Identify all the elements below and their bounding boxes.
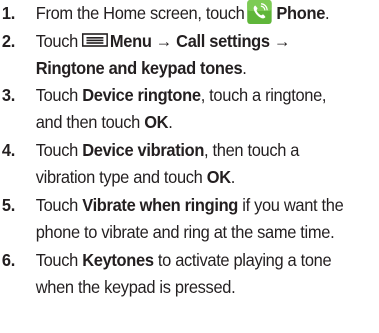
step-line: From the Home screen, touch Phone. [36, 0, 374, 27]
step-text-prefix: Touch [35, 85, 79, 105]
step-text-prefix: Touch [35, 31, 79, 51]
step-text-mid: if you want the [238, 195, 344, 215]
step-number: 2. [1, 31, 15, 51]
step-number: 4. [1, 140, 15, 160]
step-text-end: . [242, 58, 247, 78]
keytones-label: Keytones [82, 250, 154, 270]
menu-icon [81, 28, 108, 47]
vibrate-when-ringing-label: Vibrate when ringing [82, 195, 239, 215]
step-number: 6. [1, 250, 15, 270]
step-text: Touch Menu → Call settings → Ringtone and… [36, 28, 374, 82]
step-line: Touch Vibrate when ringing if you want t… [36, 192, 374, 219]
ok-label: OK [144, 112, 169, 132]
step-text-prefix: Touch [35, 250, 79, 270]
step-line: Touch Menu → Call settings → [36, 28, 374, 55]
phone-label: Phone [276, 3, 326, 23]
step-text-end: . [168, 112, 173, 132]
step-text: Touch Device ringtone, touch a ringtone,… [36, 82, 374, 136]
step-text: From the Home screen, touch Phone. [36, 0, 374, 27]
step-line: and then touch OK. [36, 109, 374, 136]
device-ringtone-label: Device ringtone [82, 85, 201, 105]
step-number: 5. [1, 195, 15, 215]
step-text-mid: , touch a ringtone, [200, 85, 327, 105]
step-line: Ringtone and keypad tones. [36, 55, 374, 82]
step-text-mid: , then touch a [204, 140, 300, 160]
ok-label: OK [206, 167, 231, 187]
step-text-end: . [325, 3, 330, 23]
step-text: Touch Vibrate when ringing if you want t… [36, 192, 374, 246]
phone-app-icon [246, 0, 272, 24]
step-text-prefix: Touch [35, 140, 79, 160]
step-text-prefix: Touch [35, 195, 79, 215]
step-text: Touch Device vibration, then touch a vib… [36, 137, 374, 191]
step-text-line2: phone to vibrate and ring at the same ti… [35, 222, 335, 242]
step-line: phone to vibrate and ring at the same ti… [36, 219, 374, 246]
menu-path-label: Menu → Call settings → [109, 31, 291, 51]
step-text-line2: and then touch [35, 112, 141, 132]
ringtone-keypad-tones-label: Ringtone and keypad tones [35, 58, 243, 78]
instruction-steps: 1. From the Home screen, touch Phone. 2. … [0, 0, 379, 333]
step-number: 1. [1, 3, 15, 23]
step-number: 3. [1, 85, 15, 105]
step-line: when the keypad is pressed. [36, 274, 374, 301]
step-text-mid: to activate playing a tone [153, 250, 332, 270]
step-line: Touch Device vibration, then touch a [36, 137, 374, 164]
step-text-end: . [230, 167, 236, 187]
device-vibration-label: Device vibration [82, 140, 205, 160]
step-text: Touch Keytones to activate playing a ton… [36, 247, 374, 301]
step-line: Touch Device ringtone, touch a ringtone, [36, 82, 374, 109]
step-text-line2: vibration type and touch [35, 167, 203, 187]
step-line: Touch Keytones to activate playing a ton… [36, 247, 374, 274]
step-text-prefix: From the Home screen, touch [35, 3, 245, 23]
step-line: vibration type and touch OK. [36, 164, 374, 191]
step-text-line2: when the keypad is pressed. [35, 277, 236, 297]
